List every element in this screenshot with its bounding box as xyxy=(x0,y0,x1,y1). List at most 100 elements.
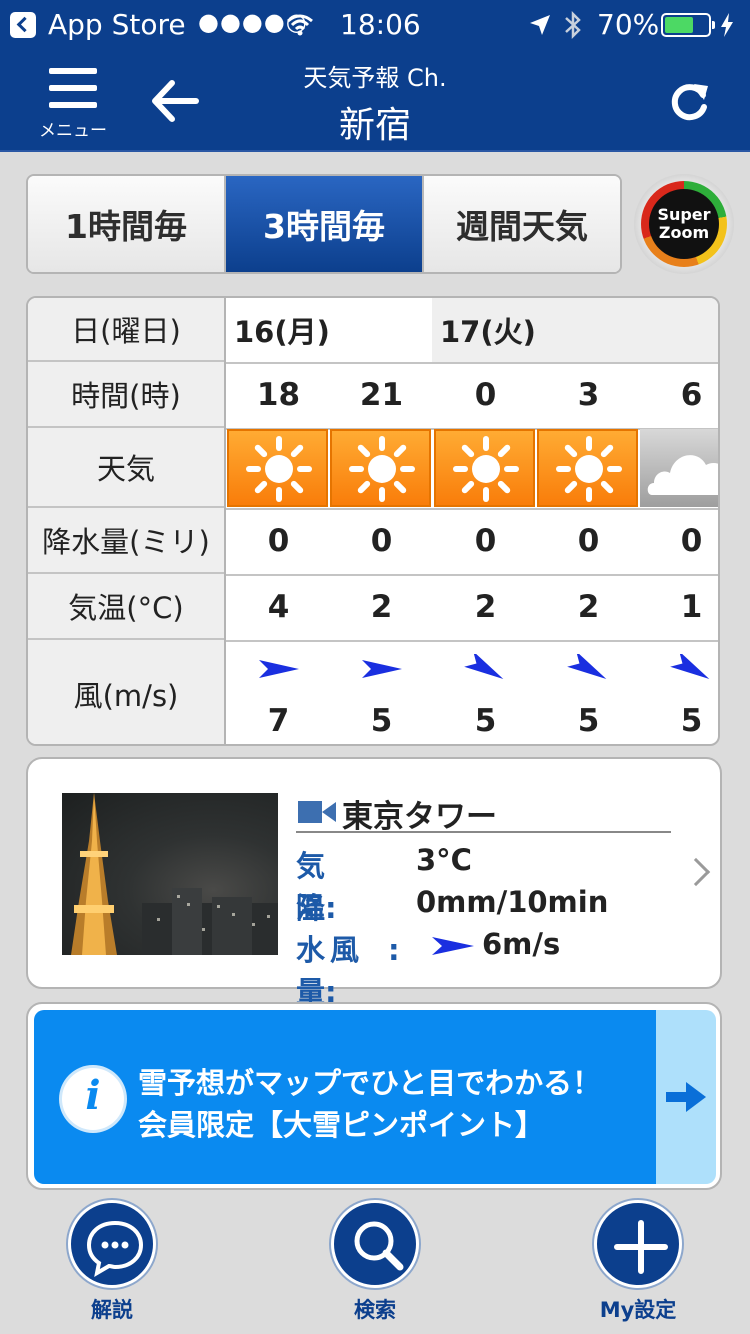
promo-text: 雪予想がマップでひと目でわかる！ 会員限定【大雪ピンポイント】 xyxy=(138,1062,601,1146)
wind-speed-cell: 5 xyxy=(680,703,703,739)
sun-icon xyxy=(556,436,622,502)
super-zoom-line1: Super xyxy=(657,205,711,224)
wifi-icon xyxy=(287,14,313,36)
hour-cell: 21 xyxy=(359,377,404,413)
page-title: 天気予報 Ch. xyxy=(303,64,447,92)
explanation-circle xyxy=(68,1200,156,1288)
row-labels: 日(曜日) 時間(時) 天気 降水量(ミリ) 気温(°C) 風(m/s) xyxy=(28,298,226,744)
forecast-data[interactable]: 16(月) 17(火) 18 0 4 7 21 0 2 5 0 0 2 5 3 0 2 5 6 0 1 5 xyxy=(226,298,718,744)
video-camera-icon xyxy=(298,801,336,823)
weather-cell xyxy=(330,429,431,507)
search-circle xyxy=(331,1200,419,1288)
wind-speed-cell: 5 xyxy=(370,703,393,739)
location-name: 新宿 xyxy=(338,105,411,146)
camera-temp-value: 3°C xyxy=(416,843,472,877)
bluetooth-icon xyxy=(565,10,581,40)
hour-cell: 0 xyxy=(474,377,497,413)
label-hour: 時間(時) xyxy=(28,362,224,428)
temp-cell: 1 xyxy=(680,589,703,625)
camera-title: 東京タワー xyxy=(342,799,497,835)
super-zoom-button[interactable]: Super Zoom xyxy=(634,174,734,274)
wind-direction-icon xyxy=(669,654,709,679)
explanation-label: 解説 xyxy=(91,1298,133,1322)
wind-speed-cell: 5 xyxy=(474,703,497,739)
back-app-label[interactable]: App Store xyxy=(48,8,186,41)
promo-banner[interactable]: i 雪予想がマップでひと目でわかる！ 会員限定【大雪ピンポイント】 xyxy=(26,1002,722,1190)
charging-icon xyxy=(721,13,733,37)
battery-icon xyxy=(661,13,715,37)
temp-cell: 2 xyxy=(370,589,393,625)
tab-3-hour[interactable]: 3時間毎 xyxy=(226,176,424,272)
battery-percent: 70% xyxy=(597,8,660,41)
wind-speed-cell: 7 xyxy=(267,703,290,739)
hour-cell: 3 xyxy=(577,377,600,413)
precip-cell: 0 xyxy=(267,523,290,559)
wind-direction-icon xyxy=(566,654,606,679)
status-bar: App Store ●●●●○ 18:06 70% xyxy=(0,0,750,50)
wind-arrow-icon xyxy=(432,937,474,955)
precip-cell: 0 xyxy=(474,523,497,559)
sun-icon xyxy=(349,436,415,502)
wind-speed-cell: 5 xyxy=(577,703,600,739)
promo-banner-body[interactable]: i 雪予想がマップでひと目でわかる！ 会員限定【大雪ピンポイント】 xyxy=(34,1010,656,1184)
search-label: 検索 xyxy=(354,1298,396,1322)
info-icon: i xyxy=(62,1068,124,1130)
precip-cell: 0 xyxy=(577,523,600,559)
label-precip: 降水量(ミリ) xyxy=(28,508,224,574)
weather-cell xyxy=(640,429,718,507)
row-divider xyxy=(226,640,718,642)
wind-direction-icon xyxy=(361,660,402,678)
temp-cell: 4 xyxy=(267,589,290,625)
tab-1-hour[interactable]: 1時間毎 xyxy=(28,176,226,272)
info-icon-glyph: i xyxy=(85,1072,101,1119)
label-temp: 気温(°C) xyxy=(28,574,224,640)
promo-line-2: 会員限定【大雪ピンポイント】 xyxy=(138,1108,545,1142)
forecast-tabs: 1時間毎 3時間毎 週間天気 xyxy=(26,174,622,274)
temp-cell: 2 xyxy=(474,589,497,625)
label-weather: 天気 xyxy=(28,428,224,508)
wind-direction-icon xyxy=(258,660,299,678)
arrow-right-icon xyxy=(666,1082,706,1112)
camera-thumbnail xyxy=(62,793,278,955)
sun-icon xyxy=(453,436,519,502)
forecast-table: 日(曜日) 時間(時) 天気 降水量(ミリ) 気温(°C) 風(m/s) 16(… xyxy=(26,296,720,746)
battery-level xyxy=(665,17,694,33)
tokyo-tower-image xyxy=(71,793,278,955)
super-zoom-icon: Super Zoom xyxy=(649,189,719,259)
cloud-icon xyxy=(647,455,718,495)
nav-bar: メニュー 天気予報 Ch. 新宿 xyxy=(0,50,750,152)
temp-cell: 2 xyxy=(577,589,600,625)
date-cell: 16(月) xyxy=(226,298,432,362)
chevron-right-icon xyxy=(681,857,711,887)
promo-arrow-button[interactable] xyxy=(656,1010,716,1184)
label-date: 日(曜日) xyxy=(28,298,224,362)
hour-cell: 6 xyxy=(680,377,703,413)
label-wind: 風(m/s) xyxy=(73,679,179,713)
sun-icon xyxy=(246,436,312,502)
hour-cell: 18 xyxy=(256,377,301,413)
camera-precip-value: 0mm/10min xyxy=(416,885,609,919)
precip-cell: 0 xyxy=(680,523,703,559)
camera-wind-value: 6m/s xyxy=(482,927,561,961)
refresh-icon[interactable] xyxy=(662,74,716,128)
camera-title-bar: 東京タワー xyxy=(296,791,671,835)
weather-cell xyxy=(434,429,535,507)
my-settings-circle xyxy=(594,1200,682,1288)
date-cell: 17(火) xyxy=(432,298,718,362)
my-settings-label: My設定 xyxy=(599,1298,677,1322)
tab-weekly[interactable]: 週間天気 xyxy=(424,176,620,272)
live-camera-card[interactable]: 東京タワー 気 温: 3°C 降水量: 0mm/10min 風 : 6m/s xyxy=(26,757,722,1009)
wind-direction-icon xyxy=(463,654,503,679)
search-icon xyxy=(354,1221,404,1271)
clock: 18:06 xyxy=(340,8,421,41)
weather-cell xyxy=(537,429,638,507)
promo-line-1: 雪予想がマップでひと目でわかる！ xyxy=(138,1066,602,1100)
plus-icon xyxy=(614,1220,668,1274)
location-arrow-icon xyxy=(530,15,550,35)
camera-wind-label: 風 : xyxy=(330,933,400,967)
super-zoom-line2: Zoom xyxy=(658,223,710,242)
back-to-app-icon[interactable] xyxy=(10,12,36,38)
precip-cell: 0 xyxy=(370,523,393,559)
weather-cell xyxy=(227,429,328,507)
speech-bubble-icon xyxy=(86,1220,144,1277)
